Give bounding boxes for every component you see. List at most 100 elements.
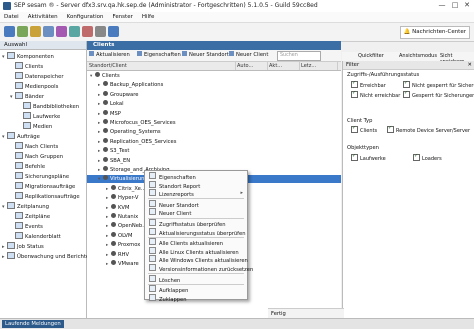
nav-item-label: Datenspeicher (25, 74, 64, 80)
help-icon[interactable] (108, 26, 119, 37)
checkbox[interactable] (403, 80, 410, 88)
location-pin-icon (111, 250, 116, 256)
table-row[interactable]: ▸ Operating_Systems (87, 128, 341, 136)
nav-item[interactable]: ▸ Überwachung und Berichte (2, 252, 89, 260)
restore-icon[interactable] (82, 26, 93, 37)
nav-item[interactable]: Nach Clients (10, 142, 58, 150)
menu-konfiguration[interactable]: Konfiguration (63, 12, 109, 22)
checkbox[interactable] (351, 90, 358, 98)
table-row[interactable]: ▸ Replication_OES_Services (87, 137, 341, 146)
tab-clients[interactable]: Clients (87, 41, 341, 50)
nav-item[interactable]: Sicherungspläne (10, 172, 69, 180)
nav-item[interactable]: ▾ Komponenten (2, 52, 54, 60)
view-mode-button[interactable]: Ansichtsmodus (399, 53, 437, 59)
table-row[interactable]: ▾ Clients (87, 72, 341, 80)
close-icon[interactable]: ✕ (468, 61, 472, 69)
nav-item[interactable]: Migrationsaufträge (10, 182, 75, 190)
checkbox[interactable] (403, 90, 410, 98)
context-menu-item[interactable]: Lizenzreports ▸ (145, 189, 247, 198)
context-menu-item[interactable]: Zuklappen (145, 293, 247, 303)
running-messages-button[interactable]: Laufende Meldungen (2, 320, 64, 328)
column-akt[interactable]: Akt... (267, 62, 300, 70)
folder-icon (23, 112, 31, 119)
filter-locked[interactable]: Gesperrt für Sicherungen (403, 90, 474, 100)
notification-center-button[interactable]: 🔔 Nachrichten-Center (399, 26, 470, 39)
refresh-button[interactable]: Aktualisieren (89, 51, 130, 60)
table-row[interactable]: ▸ Backup_Applications (87, 81, 341, 89)
folder-icon (7, 252, 15, 259)
home-icon[interactable] (4, 26, 15, 37)
minimize-button[interactable]: — (436, 1, 448, 10)
checkbox[interactable] (387, 125, 394, 133)
menu-item-icon (149, 264, 156, 271)
settings-icon[interactable] (95, 26, 106, 37)
checkbox[interactable] (351, 125, 358, 133)
context-menu-item[interactable]: Versionsinformationen zurücksetzen (145, 264, 253, 273)
schedule-icon[interactable] (69, 26, 80, 37)
quickfilter-button[interactable]: Quickfilter (358, 53, 384, 59)
location-pin-icon (103, 137, 108, 143)
nav-item[interactable]: Clients (10, 62, 43, 70)
column-location-client[interactable]: Standort/Client (87, 62, 236, 70)
nav-item[interactable]: ▾ Zeitplanung (2, 202, 49, 210)
refresh-icon[interactable] (17, 26, 28, 37)
search-input[interactable]: Suchen (277, 51, 321, 61)
filter-rds[interactable]: Remote Device Server/Server (387, 125, 470, 135)
checkbox[interactable] (413, 153, 420, 161)
nav-item[interactable]: Nach Gruppen (10, 152, 63, 160)
menu-hilfe[interactable]: Hilfe (138, 12, 160, 22)
checkbox[interactable] (351, 153, 358, 161)
server-icon[interactable] (30, 26, 41, 37)
nav-item[interactable]: ▸ Job Status (2, 242, 44, 250)
nav-item[interactable]: Replikationsaufträge (10, 192, 80, 200)
context-menu-item[interactable]: Löschen (145, 274, 247, 284)
context-menu-item[interactable]: Aktualisierungsstatus überprüfen (145, 227, 247, 237)
nav-item[interactable]: Events (10, 222, 43, 230)
menu-item-icon (149, 189, 156, 197)
filter-clients[interactable]: Clients (351, 125, 378, 135)
access-status-title: Zugriffs-/Ausführungsstatus (347, 72, 420, 78)
checkbox-label: Clients (360, 128, 378, 134)
properties-button[interactable]: Eigenschaften (137, 51, 181, 60)
folder-icon (15, 212, 23, 219)
table-row[interactable]: ▸ S3_Test (87, 147, 341, 155)
filter-not-locked[interactable]: Nicht gesperrt für Sicherun (403, 80, 474, 90)
table-row[interactable]: ▸ MSP (87, 109, 341, 118)
menu-aktivitaeten[interactable]: Aktivitäten (24, 12, 63, 22)
table-row[interactable]: ▸ SBA_EN (87, 156, 341, 165)
checkbox[interactable] (351, 80, 358, 88)
filter-drives[interactable]: Laufwerke (351, 153, 386, 163)
client-icon[interactable] (43, 26, 54, 37)
nav-item[interactable]: Medienpools (10, 82, 58, 90)
nav-item[interactable]: Laufwerke (18, 112, 60, 120)
nav-item[interactable]: Befehle (10, 162, 45, 170)
nav-item-label: Events (25, 224, 43, 230)
menu-datei[interactable]: Datei (0, 12, 24, 22)
nav-item[interactable]: ▾ Bänder (10, 92, 44, 100)
filter-reachable[interactable]: Erreichbar (351, 80, 386, 90)
filter-loaders[interactable]: Loaders (413, 153, 442, 163)
column-auto[interactable]: Auto... (235, 62, 268, 70)
column-last[interactable]: Letz... (299, 62, 338, 70)
new-location-button[interactable]: Neuer Standort (182, 51, 229, 60)
nav-item[interactable]: ▾ Aufträge (2, 132, 40, 140)
folder-icon (15, 62, 23, 69)
menu-fenster[interactable]: Fenster (108, 12, 137, 22)
new-client-button[interactable]: Neuer Client (229, 51, 268, 60)
filter-not-reachable[interactable]: Nicht erreichbar (351, 90, 400, 100)
close-button[interactable]: ✕ (461, 1, 473, 10)
nav-item-label: Sicherungspläne (25, 174, 70, 180)
nav-item[interactable]: Bandbibliotheken (18, 102, 79, 110)
checkbox-label: Loaders (422, 156, 442, 162)
nav-item[interactable]: Zeitpläne (10, 212, 50, 220)
table-row[interactable]: ▸ Lokal (87, 100, 341, 108)
task-icon[interactable] (56, 26, 67, 37)
nav-item[interactable]: Medien (18, 122, 52, 130)
context-menu-item[interactable]: Neuer Client (145, 208, 247, 217)
nav-item[interactable]: Datenspeicher (10, 72, 64, 80)
maximize-button[interactable]: □ (449, 1, 461, 10)
location-pin-icon (111, 194, 116, 200)
nav-item[interactable]: Kalenderblatt (10, 232, 61, 240)
table-row[interactable]: ▸ Microfocus_OES_Services (87, 119, 341, 127)
table-row[interactable]: ▸ Groupware (87, 90, 341, 99)
